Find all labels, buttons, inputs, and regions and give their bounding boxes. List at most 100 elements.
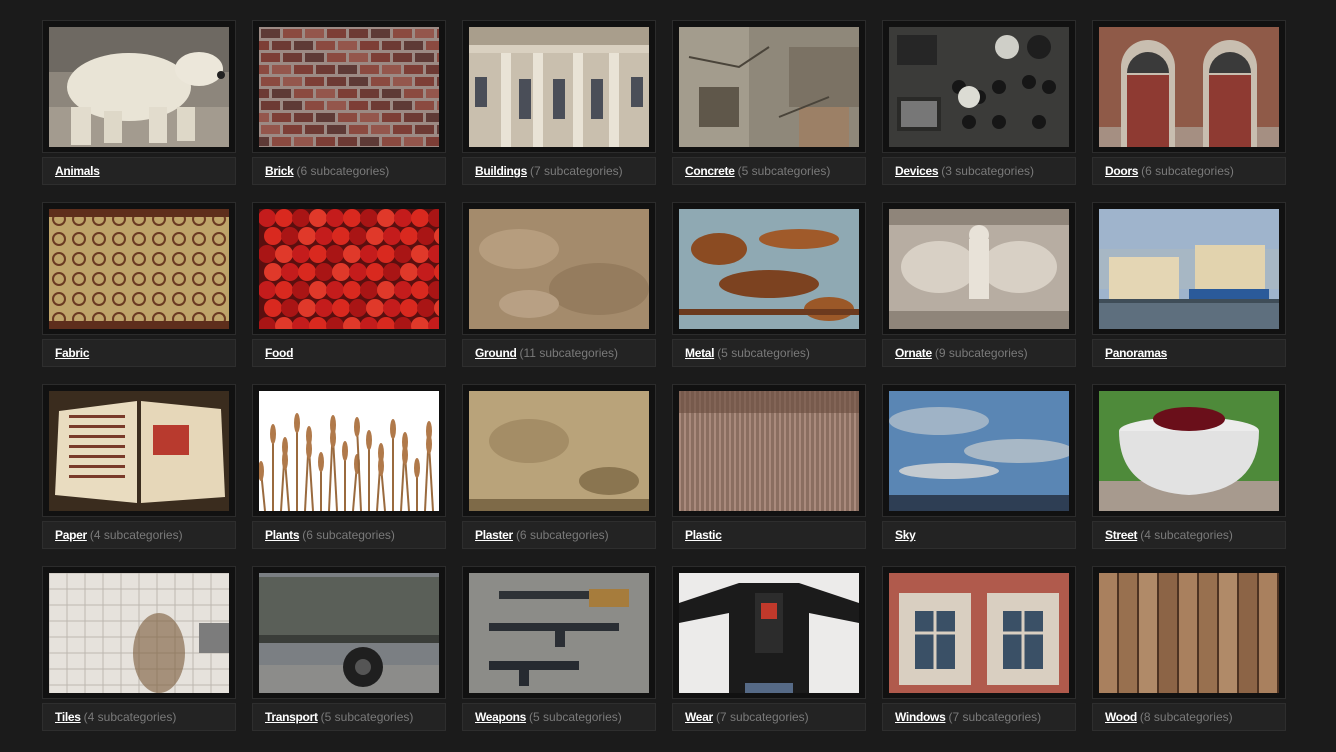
subcategory-count: (7 subcategories) xyxy=(529,164,623,178)
patterned-fabric-image[interactable] xyxy=(49,209,229,329)
category-thumbnail-link[interactable] xyxy=(462,202,656,335)
category-link-doors[interactable]: Doors xyxy=(1105,164,1138,178)
category-thumbnail-link[interactable] xyxy=(672,566,866,699)
category-thumbnail-link[interactable] xyxy=(252,566,446,699)
subcategory-count: (4 subcategories) xyxy=(1140,528,1233,542)
category-thumbnail-link[interactable] xyxy=(42,566,236,699)
category-thumbnail-link[interactable] xyxy=(882,20,1076,153)
category-label-text: Plants (6 subcategories) xyxy=(253,528,395,542)
category-card-ground: Ground (11 subcategories) xyxy=(462,202,656,367)
dry-reeds-image[interactable] xyxy=(259,391,439,511)
ornate-relief-image[interactable] xyxy=(889,209,1069,329)
category-thumbnail-link[interactable] xyxy=(462,20,656,153)
polar-bear-image[interactable] xyxy=(49,27,229,147)
category-thumbnail-link[interactable] xyxy=(252,20,446,153)
dirty-tiles-image[interactable] xyxy=(49,573,229,693)
category-link-plants[interactable]: Plants xyxy=(265,528,300,542)
wood-planks-image[interactable] xyxy=(1099,573,1279,693)
category-thumbnail-link[interactable] xyxy=(1092,566,1286,699)
category-label-text: Street (4 subcategories) xyxy=(1093,528,1233,542)
category-link-ground[interactable]: Ground xyxy=(475,346,517,360)
category-link-tiles[interactable]: Tiles xyxy=(55,710,81,724)
category-thumbnail-link[interactable] xyxy=(1092,20,1286,153)
category-link-brick[interactable]: Brick xyxy=(265,164,294,178)
category-thumbnail-link[interactable] xyxy=(882,384,1076,517)
category-label: Paper (4 subcategories) xyxy=(42,521,236,549)
category-card-animals: Animals xyxy=(42,20,236,185)
corrugated-plastic-image[interactable] xyxy=(679,391,859,511)
city-panorama-image[interactable] xyxy=(1099,209,1279,329)
category-thumbnail-link[interactable] xyxy=(462,566,656,699)
category-link-sky[interactable]: Sky xyxy=(895,528,916,542)
category-thumbnail-link[interactable] xyxy=(882,202,1076,335)
category-thumbnail-link[interactable] xyxy=(882,566,1076,699)
category-card-wear: Wear (7 subcategories) xyxy=(672,566,866,731)
category-label-text: Animals xyxy=(43,164,100,178)
category-thumbnail-link[interactable] xyxy=(42,20,236,153)
category-label: Plaster (6 subcategories) xyxy=(462,521,656,549)
rifles-image[interactable] xyxy=(469,573,649,693)
subcategory-count: (6 subcategories) xyxy=(515,528,609,542)
category-link-transport[interactable]: Transport xyxy=(265,710,318,724)
category-thumbnail-link[interactable] xyxy=(1092,202,1286,335)
category-thumbnail-link[interactable] xyxy=(42,384,236,517)
cloudy-sky-image[interactable] xyxy=(889,391,1069,511)
category-link-fabric[interactable]: Fabric xyxy=(55,346,90,360)
category-thumbnail-link[interactable] xyxy=(252,384,446,517)
category-link-animals[interactable]: Animals xyxy=(55,164,100,178)
subcategory-count: (5 subcategories) xyxy=(737,164,831,178)
category-link-food[interactable]: Food xyxy=(265,346,293,360)
category-link-devices[interactable]: Devices xyxy=(895,164,939,178)
category-card-paper: Paper (4 subcategories) xyxy=(42,384,236,549)
category-link-weapons[interactable]: Weapons xyxy=(475,710,526,724)
category-label-text: Devices (3 subcategories) xyxy=(883,164,1034,178)
subcategory-count: (6 subcategories) xyxy=(302,528,395,542)
concrete-wall-image[interactable] xyxy=(679,27,859,147)
control-panel-image[interactable] xyxy=(889,27,1069,147)
category-thumbnail-link[interactable] xyxy=(672,384,866,517)
category-link-plastic[interactable]: Plastic xyxy=(685,528,722,542)
old-book-image[interactable] xyxy=(49,391,229,511)
category-link-buildings[interactable]: Buildings xyxy=(475,164,527,178)
category-label-text: Windows (7 subcategories) xyxy=(883,710,1041,724)
category-label-text: Metal (5 subcategories) xyxy=(673,346,810,360)
subcategory-count: (6 subcategories) xyxy=(296,164,390,178)
category-label: Ground (11 subcategories) xyxy=(462,339,656,367)
category-link-plaster[interactable]: Plaster xyxy=(475,528,513,542)
category-card-fabric: Fabric xyxy=(42,202,236,367)
category-card-plants: Plants (6 subcategories) xyxy=(252,384,446,549)
category-link-windows[interactable]: Windows xyxy=(895,710,946,724)
rusty-metal-image[interactable] xyxy=(679,209,859,329)
red-doors-image[interactable] xyxy=(1099,27,1279,147)
category-thumbnail-link[interactable] xyxy=(42,202,236,335)
category-link-wood[interactable]: Wood xyxy=(1105,710,1137,724)
building-facade-image[interactable] xyxy=(469,27,649,147)
category-thumbnail-link[interactable] xyxy=(462,384,656,517)
category-link-wear[interactable]: Wear xyxy=(685,710,713,724)
windows-facade-image[interactable] xyxy=(889,573,1069,693)
category-thumbnail-link[interactable] xyxy=(252,202,446,335)
plaster-wall-image[interactable] xyxy=(469,391,649,511)
subcategory-count: (5 subcategories) xyxy=(717,346,810,360)
category-card-transport: Transport (5 subcategories) xyxy=(252,566,446,731)
category-link-street[interactable]: Street xyxy=(1105,528,1138,542)
category-thumbnail-link[interactable] xyxy=(672,202,866,335)
category-label-text: Tiles (4 subcategories) xyxy=(43,710,176,724)
flower-planter-image[interactable] xyxy=(1099,391,1279,511)
category-link-panoramas[interactable]: Panoramas xyxy=(1105,346,1167,360)
strawberries-image[interactable] xyxy=(259,209,439,329)
category-link-paper[interactable]: Paper xyxy=(55,528,87,542)
brick-wall-image[interactable] xyxy=(259,27,439,147)
category-link-ornate[interactable]: Ornate xyxy=(895,346,932,360)
category-link-metal[interactable]: Metal xyxy=(685,346,714,360)
category-link-concrete[interactable]: Concrete xyxy=(685,164,735,178)
category-label: Weapons (5 subcategories) xyxy=(462,703,656,731)
category-thumbnail-link[interactable] xyxy=(1092,384,1286,517)
category-thumbnail-link[interactable] xyxy=(672,20,866,153)
truck-image[interactable] xyxy=(259,573,439,693)
category-label: Doors (6 subcategories) xyxy=(1092,157,1286,185)
category-label-text: Buildings (7 subcategories) xyxy=(463,164,623,178)
leather-jacket-image[interactable] xyxy=(679,573,859,693)
dirt-ground-image[interactable] xyxy=(469,209,649,329)
category-card-devices: Devices (3 subcategories) xyxy=(882,20,1076,185)
